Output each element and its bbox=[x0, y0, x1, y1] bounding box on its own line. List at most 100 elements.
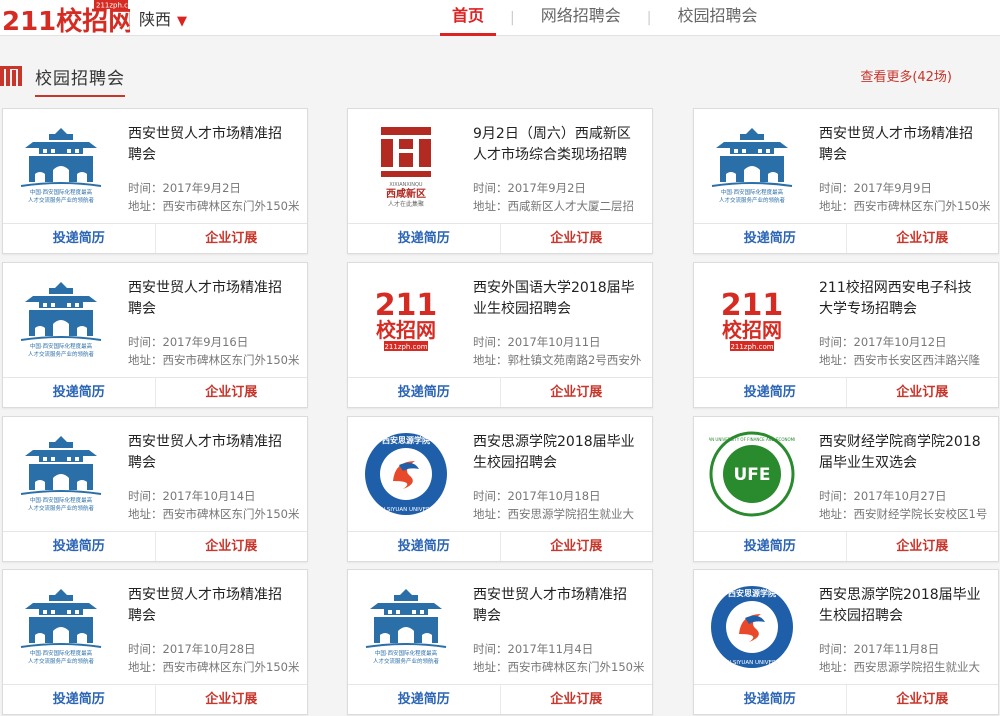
submit-resume-button[interactable]: 投递简历 bbox=[348, 685, 501, 714]
svg-text:人才交流服务产业的领航者: 人才交流服务产业的领航者 bbox=[719, 196, 786, 204]
fair-title[interactable]: 西安世贸人才市场精准招聘会 bbox=[128, 432, 293, 474]
fair-title[interactable]: 西安财经学院商学院2018届毕业生双选会 bbox=[819, 432, 984, 474]
submit-resume-button[interactable]: 投递简历 bbox=[694, 378, 847, 407]
xixian-logo-graphic: XIXIANXINQU西咸新区人才在此集聚 bbox=[381, 127, 431, 208]
book-booth-button[interactable]: 企业订展 bbox=[501, 224, 653, 253]
fair-card[interactable]: 中国·西安国际化程度最高 人才交流服务产业的领航者 西安世贸人才市场精准招聘会 时间：… bbox=[2, 416, 308, 562]
fair-title[interactable]: 西安思源学院2018届毕业生校园招聘会 bbox=[819, 585, 984, 627]
svg-text:人才交流服务产业的领航者: 人才交流服务产业的领航者 bbox=[28, 504, 95, 512]
nav-tab-home[interactable]: 首页 bbox=[440, 0, 497, 36]
card-actions: 投递简历 企业订展 bbox=[694, 377, 998, 407]
site211-logo-graphic: 211校招网211zph.com bbox=[375, 288, 437, 351]
book-booth-button[interactable]: 企业订展 bbox=[156, 378, 308, 407]
fair-card[interactable]: 中国·西安国际化程度最高 人才交流服务产业的领航者 西安世贸人才市场精准招聘会 时间：… bbox=[347, 569, 653, 715]
fair-card[interactable]: 中国·西安国际化程度最高 人才交流服务产业的领航者 西安世贸人才市场精准招聘会 时间：… bbox=[2, 262, 308, 408]
fair-title[interactable]: 西安外国语大学2018届毕业生校园招聘会 bbox=[473, 278, 638, 320]
submit-resume-button[interactable]: 投递简历 bbox=[3, 378, 156, 407]
fair-card[interactable]: 211 校招网 211zph.com 211校招网西安电子科技大学专场招聘会 时间：20… bbox=[693, 262, 999, 408]
book-booth-button[interactable]: 企业订展 bbox=[501, 532, 653, 561]
fair-title[interactable]: 211校招网西安电子科技大学专场招聘会 bbox=[819, 278, 984, 320]
organizer-logo[interactable]: 中国·西安国际化程度最高 人才交流服务产业的领航者 bbox=[11, 584, 111, 670]
fair-card[interactable]: 中国·西安国际化程度最高 人才交流服务产业的领航者 西安世贸人才市场精准招聘会 时间：… bbox=[2, 108, 308, 254]
calendar-icon bbox=[0, 62, 22, 86]
submit-resume-button[interactable]: 投递简历 bbox=[348, 378, 501, 407]
svg-text:人才交流服务产业的领航者: 人才交流服务产业的领航者 bbox=[28, 350, 95, 358]
book-booth-button[interactable]: 企业订展 bbox=[847, 685, 999, 714]
fair-address: 地址：西安思源学院招生就业大 bbox=[473, 507, 634, 521]
organizer-logo[interactable]: 211 校招网 211zph.com bbox=[356, 277, 456, 363]
book-booth-button[interactable]: 企业订展 bbox=[156, 224, 308, 253]
book-booth-button[interactable]: 企业订展 bbox=[156, 685, 308, 714]
submit-resume-button[interactable]: 投递简历 bbox=[694, 685, 847, 714]
fair-title[interactable]: 9月2日（周六）西咸新区人才市场综合类现场招聘 bbox=[473, 124, 638, 166]
fair-card[interactable]: UFE XI'AN UNIVERSITY OF FINANCE AND ECONO… bbox=[693, 416, 999, 562]
svg-text:中国·西安国际化程度最高: 中国·西安国际化程度最高 bbox=[30, 342, 93, 350]
svg-text:人才交流服务产业的领航者: 人才交流服务产业的领航者 bbox=[28, 657, 95, 665]
fair-card[interactable]: 中国·西安国际化程度最高 人才交流服务产业的领航者 西安世贸人才市场精准招聘会 时间：… bbox=[2, 569, 308, 715]
region-label: 陕西 bbox=[139, 10, 172, 29]
organizer-logo[interactable]: 西安思源学院 XI'AN SIYUAN UNIVERSITY bbox=[356, 431, 456, 517]
site-logo[interactable]: 211校招网 211zph.com bbox=[2, 0, 139, 37]
svg-text:西安思源学院: 西安思源学院 bbox=[382, 435, 430, 445]
submit-resume-button[interactable]: 投递简历 bbox=[694, 224, 847, 253]
book-booth-button[interactable]: 企业订展 bbox=[156, 532, 308, 561]
fair-time: 时间：2017年10月27日 bbox=[819, 489, 947, 503]
fair-time: 时间：2017年9月9日 bbox=[819, 181, 932, 195]
submit-resume-button[interactable]: 投递简历 bbox=[694, 532, 847, 561]
book-booth-button[interactable]: 企业订展 bbox=[501, 685, 653, 714]
fair-address: 地址：西安市碑林区东门外150米 bbox=[128, 199, 300, 213]
organizer-logo[interactable]: XIXIANXINQU 西咸新区 人才在此集聚 bbox=[356, 123, 456, 209]
book-booth-button[interactable]: 企业订展 bbox=[847, 378, 999, 407]
submit-resume-button[interactable]: 投递简历 bbox=[3, 685, 156, 714]
svg-text:XIXIANXINQU: XIXIANXINQU bbox=[389, 182, 423, 188]
organizer-logo[interactable]: 中国·西安国际化程度最高 人才交流服务产业的领航者 bbox=[356, 584, 456, 670]
fair-card[interactable]: 中国·西安国际化程度最高 人才交流服务产业的领航者 西安世贸人才市场精准招聘会 时间：… bbox=[693, 108, 999, 254]
organizer-logo[interactable]: UFE XI'AN UNIVERSITY OF FINANCE AND ECONO… bbox=[702, 431, 802, 517]
fair-card[interactable]: 西安思源学院 XI'AN SIYUAN UNIVERSITY 西安思源学院2018届… bbox=[693, 569, 999, 715]
fair-title[interactable]: 西安世贸人才市场精准招聘会 bbox=[128, 124, 293, 166]
organizer-logo[interactable]: 211 校招网 211zph.com bbox=[702, 277, 802, 363]
view-more-link[interactable]: 查看更多(42场) bbox=[860, 66, 952, 85]
svg-text:XI'AN SIYUAN UNIVERSITY: XI'AN SIYUAN UNIVERSITY bbox=[370, 507, 442, 513]
organizer-logo[interactable]: 中国·西安国际化程度最高 人才交流服务产业的领航者 bbox=[11, 277, 111, 363]
nav-tab-campus-fair[interactable]: 校园招聘会 bbox=[665, 0, 769, 36]
svg-text:中国·西安国际化程度最高: 中国·西安国际化程度最高 bbox=[721, 188, 784, 196]
svg-text:中国·西安国际化程度最高: 中国·西安国际化程度最高 bbox=[30, 496, 93, 504]
submit-resume-button[interactable]: 投递简历 bbox=[3, 224, 156, 253]
fair-title[interactable]: 西安思源学院2018届毕业生校园招聘会 bbox=[473, 432, 638, 474]
svg-text:人才在此集聚: 人才在此集聚 bbox=[388, 200, 424, 208]
siyuan-logo-graphic: 西安思源学院 XI'AN SIYUAN UNIVERSITY bbox=[711, 586, 793, 668]
submit-resume-button[interactable]: 投递简历 bbox=[348, 532, 501, 561]
organizer-logo[interactable]: 西安思源学院 XI'AN SIYUAN UNIVERSITY bbox=[702, 584, 802, 670]
fair-time: 时间：2017年9月2日 bbox=[473, 181, 586, 195]
organizer-logo[interactable]: 中国·西安国际化程度最高 人才交流服务产业的领航者 bbox=[11, 431, 111, 517]
fair-title[interactable]: 西安世贸人才市场精准招聘会 bbox=[473, 585, 638, 627]
fair-title[interactable]: 西安世贸人才市场精准招聘会 bbox=[128, 278, 293, 320]
fair-card[interactable]: 211 校招网 211zph.com 西安外国语大学2018届毕业生校园招聘会 时间：2… bbox=[347, 262, 653, 408]
svg-text:西咸新区: 西咸新区 bbox=[386, 187, 426, 200]
gate-logo-graphic: 中国·西安国际化程度最高人才交流服务产业的领航者 bbox=[20, 282, 102, 358]
book-booth-button[interactable]: 企业订展 bbox=[847, 532, 999, 561]
caret-down-icon: ▼ bbox=[177, 14, 188, 29]
svg-text:人才交流服务产业的领航者: 人才交流服务产业的领航者 bbox=[373, 657, 440, 665]
nav-separator: | bbox=[646, 10, 652, 26]
fair-title[interactable]: 西安世贸人才市场精准招聘会 bbox=[128, 585, 293, 627]
submit-resume-button[interactable]: 投递简历 bbox=[348, 224, 501, 253]
fair-address: 地址：郭杜镇文苑南路2号西安外 bbox=[473, 353, 642, 367]
fair-card[interactable]: XIXIANXINQU 西咸新区 人才在此集聚 9月2日（周六）西咸新区人才市场综合类… bbox=[347, 108, 653, 254]
fair-address: 地址：西咸新区人才大厦二层招 bbox=[473, 199, 634, 213]
book-booth-button[interactable]: 企业订展 bbox=[847, 224, 999, 253]
nav-tab-online-fair[interactable]: 网络招聘会 bbox=[529, 0, 633, 36]
fair-card[interactable]: 西安思源学院 XI'AN SIYUAN UNIVERSITY 西安思源学院2018届… bbox=[347, 416, 653, 562]
fair-address: 地址：西安市碑林区东门外150米 bbox=[128, 660, 300, 674]
svg-text:校招网: 校招网 bbox=[722, 318, 782, 342]
organizer-logo[interactable]: 中国·西安国际化程度最高 人才交流服务产业的领航者 bbox=[702, 123, 802, 209]
fair-time: 时间：2017年10月18日 bbox=[473, 489, 601, 503]
book-booth-button[interactable]: 企业订展 bbox=[501, 378, 653, 407]
fair-title[interactable]: 西安世贸人才市场精准招聘会 bbox=[819, 124, 984, 166]
submit-resume-button[interactable]: 投递简历 bbox=[3, 532, 156, 561]
organizer-logo[interactable]: 中国·西安国际化程度最高 人才交流服务产业的领航者 bbox=[11, 123, 111, 209]
svg-text:中国·西安国际化程度最高: 中国·西安国际化程度最高 bbox=[30, 188, 93, 196]
card-actions: 投递简历 企业订展 bbox=[348, 223, 652, 253]
region-selector[interactable]: 陕西 ▼ bbox=[139, 6, 187, 30]
